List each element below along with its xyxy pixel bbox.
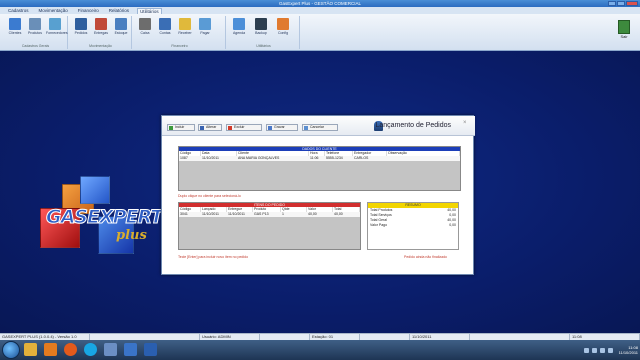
ribbon-cashier-button[interactable]: Caixa (136, 18, 154, 40)
delivery-icon (95, 18, 107, 30)
menu-cadastros[interactable]: Cadastros (6, 8, 31, 13)
summary-hint: Pedido ainda não finalizado (404, 255, 448, 259)
menu-utilitarios[interactable]: Utilitários (137, 7, 162, 14)
cancel-button[interactable]: Cancelar (302, 124, 338, 131)
dialog-toolbar: Incluir Alterar Excluir Gravar Cancelar … (162, 116, 475, 136)
ribbon-group-financeiro: Caixa Contas Receber Pagar Financeiro (134, 16, 226, 49)
ribbon-group-utilitarios: Agenda Backup Config Utilitários (228, 16, 300, 49)
window-titlebar: GasExpert Plus - GESTÃO COMERCIAL (0, 0, 640, 7)
products-icon (29, 18, 41, 30)
items-hint: Tecle [Enter] para incluir novo item no … (178, 255, 249, 259)
backup-icon (255, 18, 267, 30)
skype-icon[interactable] (84, 343, 97, 356)
close-button[interactable] (626, 1, 638, 6)
media-player-icon[interactable] (44, 343, 57, 356)
logo-text: GASEXPERT (45, 206, 163, 229)
ribbon-stock-button[interactable]: Estoque (112, 18, 130, 40)
table-row[interactable]: 1087 11/10/2011 ANA MARIA GONÇALVES 11:0… (179, 156, 460, 161)
ribbon-receive-button[interactable]: Receber (176, 18, 194, 40)
include-button[interactable]: Incluir (167, 124, 195, 131)
receive-icon (179, 18, 191, 30)
edit-icon (200, 126, 204, 130)
battery-icon[interactable] (607, 347, 613, 353)
summary-row: Valor Pago 0,00 (370, 223, 456, 227)
client-panel: DADOS DO CLIENTE Código Data Cliente Hor… (178, 146, 461, 191)
exit-door-icon (618, 20, 630, 34)
minimize-button[interactable] (608, 1, 616, 6)
logo-suffix: plus (116, 228, 147, 243)
maximize-button[interactable] (617, 1, 625, 6)
ribbon-group-movimentacao: Pedidos Entregas Estoque Movimentação (70, 16, 132, 49)
ribbon-config-button[interactable]: Config (274, 18, 292, 40)
ribbon-clients-button[interactable]: Clientes (6, 18, 24, 40)
ribbon-products-button[interactable]: Produtos (26, 18, 44, 40)
config-icon (277, 18, 289, 30)
stock-icon (115, 18, 127, 30)
save-icon (268, 126, 272, 130)
word-icon[interactable] (144, 343, 157, 356)
ribbon-pay-button[interactable]: Pagar (196, 18, 214, 40)
system-tray: 11:08 11/10/2011 (583, 342, 638, 358)
ribbon-agenda-button[interactable]: Agenda (230, 18, 248, 40)
gasexpert-logo: GASEXPERT plus (40, 176, 165, 271)
cancel-icon (304, 126, 308, 130)
ribbon-delivery-button[interactable]: Entregas (92, 18, 110, 40)
summary-box: RESUMO Total Produtos 40,00 Total Serviço… (367, 202, 459, 250)
ribbon-backup-button[interactable]: Backup (252, 18, 270, 40)
windows-taskbar: 11:08 11/10/2011 (0, 340, 640, 360)
client-hint: Duplo clique no cliente para selecioná-l… (178, 194, 241, 198)
save-button[interactable]: Gravar (266, 124, 298, 131)
orders-icon (75, 18, 87, 30)
flag-icon[interactable] (599, 347, 605, 353)
ribbon-group-cadastros: Clientes Produtos Fornecedores Cadastros… (4, 16, 68, 49)
start-button[interactable] (2, 341, 20, 359)
firefox-icon[interactable] (64, 343, 77, 356)
volume-icon[interactable] (591, 347, 597, 353)
delete-button[interactable]: Excluir (226, 124, 262, 131)
ribbon-group-label: Financeiro (171, 44, 188, 48)
ribbon-accounts-button[interactable]: Contas (156, 18, 174, 40)
ribbon-group-label: Movimentação (89, 44, 112, 48)
delete-icon (228, 126, 232, 130)
edit-button[interactable]: Alterar (198, 124, 222, 131)
ribbon-suppliers-button[interactable]: Fornecedores (46, 18, 68, 40)
clock[interactable]: 11:08 11/10/2011 (619, 345, 638, 355)
menu-movimentacao[interactable]: Movimentação (37, 8, 70, 13)
dialog-title: Lançamento de Pedidos (375, 122, 452, 129)
ribbon-group-label: Utilitários (256, 44, 271, 48)
order-entry-dialog: Incluir Alterar Excluir Gravar Cancelar … (161, 115, 475, 275)
accounts-icon (159, 18, 171, 30)
add-icon (169, 126, 173, 130)
status-bar: GASEXPERT PLUS (1.0.0.4) - Versão 1.0 Us… (0, 333, 640, 340)
explorer-icon[interactable] (24, 343, 37, 356)
pay-icon (199, 18, 211, 30)
agenda-icon (233, 18, 245, 30)
items-panel: ITENS DO PEDIDO Código Lançado Entregue … (178, 202, 361, 250)
close-icon[interactable]: × (463, 120, 471, 128)
menu-financeiro[interactable]: Financeiro (76, 8, 101, 13)
control-panel-icon[interactable] (104, 343, 117, 356)
ribbon-orders-button[interactable]: Pedidos (72, 18, 90, 40)
window-title: GasExpert Plus - GESTÃO COMERCIAL (278, 1, 362, 6)
clients-icon (9, 18, 21, 30)
table-row[interactable]: 3041 11/10/2011 11/10/2011 GÁS P13 1 40,… (179, 212, 360, 217)
menu-relatorios[interactable]: Relatórios (107, 8, 131, 13)
suppliers-icon (49, 18, 61, 30)
gasexpert-icon[interactable] (124, 343, 137, 356)
ribbon-group-label: Cadastros Gerais (21, 44, 50, 48)
cashier-icon (139, 18, 151, 30)
network-icon[interactable] (583, 347, 589, 353)
ribbon-toolbar: Clientes Produtos Fornecedores Cadastros… (0, 14, 640, 51)
exit-button[interactable]: Sair (616, 20, 632, 46)
menu-bar: Cadastros Movimentação Financeiro Relató… (0, 7, 640, 14)
